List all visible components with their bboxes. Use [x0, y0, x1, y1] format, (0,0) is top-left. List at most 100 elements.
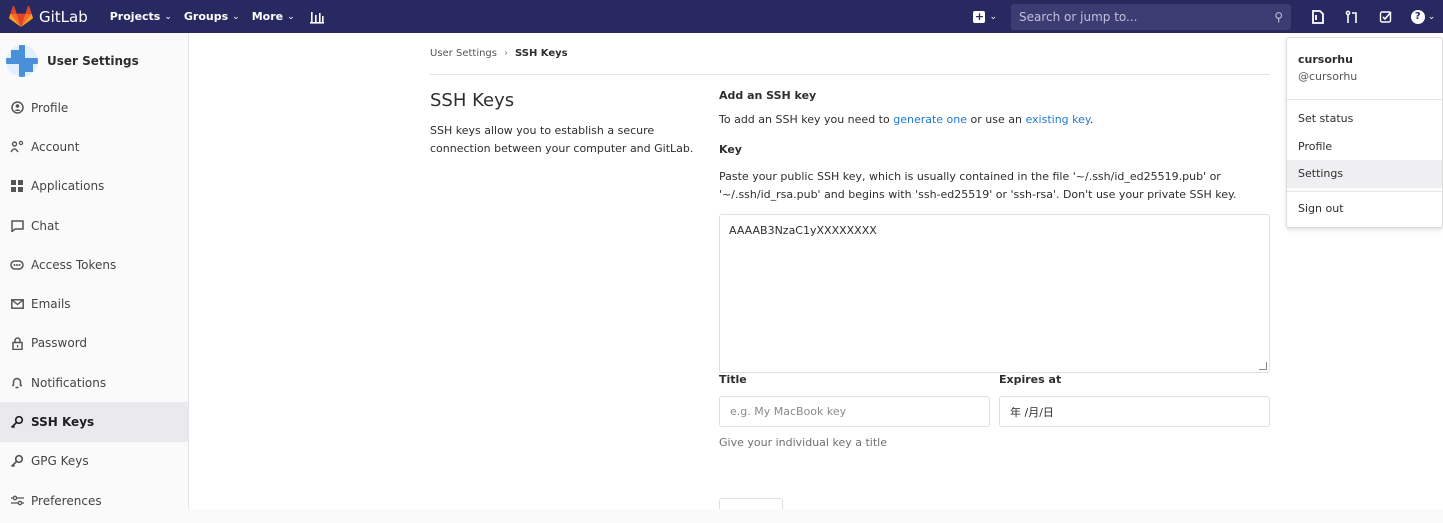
sidebar-item-label: GPG Keys	[31, 454, 89, 469]
field-row: Title e.g. My MacBook key Give your indi…	[719, 373, 1270, 449]
add-text-middle: or use an	[967, 113, 1026, 126]
title-hint: Give your individual key a title	[719, 436, 887, 449]
chevron-down-icon: ⌄	[287, 11, 295, 22]
sidebar-item-label: Account	[31, 139, 80, 154]
applications-icon	[10, 179, 24, 193]
sidebar-item-access-tokens[interactable]: Access Tokens	[0, 245, 188, 284]
bottom-strip	[0, 509, 1443, 523]
avatar	[6, 44, 38, 77]
key-textarea-value: AAAAB3NzaC1yXXXXXXXX	[729, 224, 877, 237]
title-field-group: Title e.g. My MacBook key Give your indi…	[719, 373, 990, 449]
bell-icon	[10, 376, 24, 390]
new-item-button[interactable]: + ⌄	[973, 9, 997, 23]
chevron-down-icon: ⌄	[1427, 11, 1436, 22]
sidebar-item-label: Chat	[31, 218, 60, 233]
lock-icon	[10, 336, 24, 350]
add-text-suffix: .	[1089, 113, 1094, 126]
sidebar-item-notifications[interactable]: Notifications	[0, 363, 188, 402]
expires-date-input[interactable]: 年 /月/日	[999, 396, 1270, 427]
account-icon	[10, 140, 24, 154]
sidebar-item-label: Password	[31, 336, 88, 351]
generate-one-link[interactable]: generate one	[893, 113, 967, 126]
groups-menu[interactable]: Groups ⌄	[184, 10, 240, 23]
key-details-fields: Title e.g. My MacBook key Give your indi…	[719, 373, 1270, 449]
search-icon: ⚲	[1274, 9, 1283, 24]
user-dropdown-menu: cursorhu @cursorhu Set status Profile Se…	[1286, 37, 1443, 228]
sidebar-item-ssh-keys[interactable]: SSH Keys	[0, 402, 188, 442]
key-help-text: Paste your public SSH key, which is usua…	[719, 170, 1237, 201]
groups-menu-label: Groups	[183, 10, 229, 23]
top-navbar: GitLab Projects⌄ Groups⌄ More⌄ + ⌄ ⚲	[0, 0, 1443, 33]
resize-handle-icon[interactable]	[1259, 362, 1267, 370]
gitlab-home-link[interactable]: GitLab	[9, 0, 88, 33]
dropdown-settings[interactable]: Settings	[1287, 160, 1442, 188]
issues-icon[interactable]	[1301, 0, 1335, 33]
projects-menu-label: Projects	[109, 10, 161, 23]
dropdown-group: Set status Profile Settings	[1287, 100, 1442, 188]
help-menu[interactable]: ? ⌄	[1403, 0, 1443, 33]
key-textarea[interactable]: AAAAB3NzaC1yXXXXXXXX	[719, 214, 1270, 373]
key-icon	[10, 454, 24, 468]
main-content: User Settings › SSH Keys SSH Keys SSH ke…	[189, 33, 1443, 518]
sidebar-header[interactable]: User Settings	[0, 33, 188, 88]
sidebar-item-gpg-keys[interactable]: GPG Keys	[0, 442, 188, 481]
page-title: SSH Keys	[430, 90, 515, 111]
sidebar-item-label: SSH Keys	[31, 415, 95, 430]
page-description: SSH keys allow you to establish a secure…	[430, 124, 694, 155]
breadcrumb-current[interactable]: SSH Keys	[515, 48, 568, 59]
chat-icon	[10, 219, 24, 233]
sidebar-item-label: Emails	[31, 297, 71, 312]
sidebar-item-label: Profile	[31, 100, 69, 115]
sidebar-item-label: Applications	[31, 179, 105, 194]
todos-icon[interactable]	[1369, 0, 1403, 33]
merge-requests-icon[interactable]	[1335, 0, 1369, 33]
dropdown-profile[interactable]: Profile	[1287, 133, 1442, 161]
sidebar-item-label: Preferences	[31, 493, 102, 508]
profile-icon	[10, 101, 24, 115]
search-input[interactable]	[1019, 9, 1249, 24]
dropdown-user-name: cursorhu	[1298, 53, 1353, 66]
dropdown-user-handle: @cursorhu	[1298, 70, 1358, 83]
projects-menu[interactable]: Projects ⌄	[110, 10, 172, 23]
sidebar-item-applications[interactable]: Applications	[0, 167, 188, 206]
help-icon: ?	[1410, 9, 1425, 24]
breadcrumb-divider	[430, 74, 1270, 75]
breadcrumb-parent-link[interactable]: User Settings	[430, 48, 497, 59]
dropdown-set-status[interactable]: Set status	[1287, 105, 1442, 133]
add-key-heading: Add an SSH key	[719, 89, 817, 102]
activity-chart-icon[interactable]	[309, 10, 325, 24]
dropdown-user-info[interactable]: cursorhu @cursorhu	[1287, 38, 1442, 100]
sidebar-item-emails[interactable]: Emails	[0, 284, 188, 323]
gitlab-logo-icon	[9, 5, 33, 27]
settings-sidebar: User Settings Profile Account Applicatio…	[0, 33, 189, 509]
sidebar-item-chat[interactable]: Chat	[0, 206, 188, 245]
add-ssh-key-form: Add an SSH key To add an SSH key you nee…	[719, 89, 1270, 373]
breadcrumb-separator: ›	[504, 48, 508, 59]
title-input[interactable]: e.g. My MacBook key	[719, 396, 990, 427]
add-key-instructions: To add an SSH key you need to generate o…	[719, 113, 1270, 126]
preferences-icon	[10, 494, 24, 508]
plus-icon: +	[973, 9, 986, 23]
dropdown-sign-out[interactable]: Sign out	[1287, 195, 1442, 223]
nav-menu: Projects ⌄ Groups ⌄ More ⌄	[98, 0, 325, 33]
sidebar-item-account[interactable]: Account	[0, 127, 188, 166]
chevron-down-icon: ⌄	[232, 11, 240, 22]
add-text-prefix: To add an SSH key you need to	[719, 113, 894, 126]
search-box[interactable]: ⚲	[1011, 3, 1291, 30]
sidebar-item-label: Access Tokens	[31, 257, 117, 272]
more-menu[interactable]: More ⌄	[252, 10, 295, 23]
breadcrumb: User Settings › SSH Keys	[430, 48, 568, 59]
key-label: Key	[719, 143, 742, 156]
sidebar-item-profile[interactable]: Profile	[0, 88, 188, 127]
key-icon	[10, 415, 24, 429]
expires-field-group: Expires at 年 /月/日	[999, 373, 1270, 449]
navbar-right: + ⌄ ⚲ ? ⌄	[973, 0, 1443, 33]
chevron-down-icon: ⌄	[989, 11, 997, 22]
dropdown-divider	[1287, 190, 1442, 192]
sidebar-item-password[interactable]: Password	[0, 324, 188, 363]
more-menu-label: More	[251, 10, 284, 23]
email-icon	[10, 297, 24, 311]
existing-key-link[interactable]: existing key	[1025, 113, 1089, 126]
token-icon	[10, 258, 24, 272]
sidebar-item-label: Notifications	[31, 375, 107, 390]
